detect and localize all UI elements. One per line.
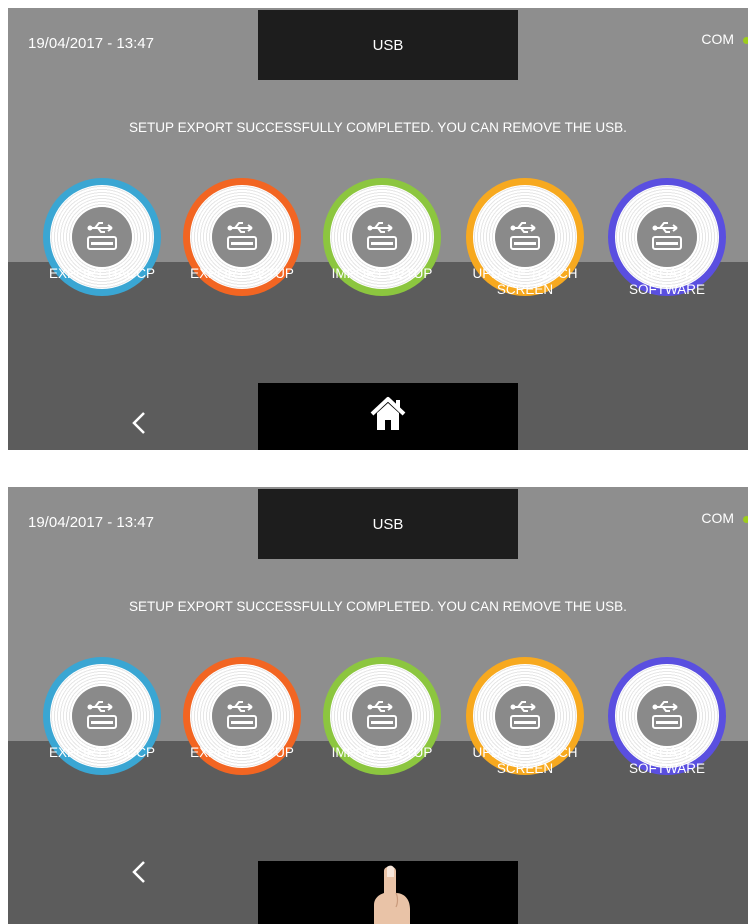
button-label: UPDATE TOUCH [472, 266, 578, 281]
chevron-left-icon[interactable] [120, 852, 160, 892]
button-label: EXPORT SETUP [190, 745, 294, 760]
page-title: USB [258, 489, 518, 559]
export-setup-button[interactable]: EXPORT SETUP [180, 657, 304, 775]
usb-icon [495, 686, 555, 746]
com-status-indicator [743, 37, 748, 44]
usb-icon [72, 207, 132, 267]
export-haccp-button[interactable]: EXPORT HACCP [40, 178, 164, 296]
usb-icon [352, 207, 412, 267]
usb-icon [637, 686, 697, 746]
usb-screen-panel: 19/04/2017 - 13:47 USB COM SETUP EXPORT … [8, 8, 748, 450]
button-label: EXPORT HACCP [48, 745, 156, 760]
com-status-indicator [743, 516, 748, 523]
com-status-label: COM [701, 510, 734, 526]
datetime: 19/04/2017 - 13:47 [28, 514, 154, 531]
button-label-line2: SCREEN [496, 761, 554, 776]
button-label-line2: SOFTWARE [629, 282, 705, 297]
chevron-left-icon[interactable] [120, 403, 160, 443]
home-icon [369, 396, 407, 437]
usb-icon [212, 686, 272, 746]
button-label: UPDATE [640, 266, 694, 281]
button-label: EXPORT SETUP [190, 266, 294, 281]
update-touch-screen-button[interactable]: UPDATE TOUCH SCREEN [463, 657, 587, 777]
status-message: SETUP EXPORT SUCCESSFULLY COMPLETED. YOU… [129, 599, 627, 614]
export-haccp-button[interactable]: EXPORT HACCP [40, 657, 164, 775]
status-message: SETUP EXPORT SUCCESSFULLY COMPLETED. YOU… [129, 120, 627, 135]
usb-icon [637, 207, 697, 267]
home-button[interactable] [258, 861, 518, 924]
update-touch-screen-button[interactable]: UPDATE TOUCH SCREEN [463, 178, 587, 298]
home-button[interactable] [258, 383, 518, 450]
usb-icon [352, 686, 412, 746]
export-setup-button[interactable]: EXPORT SETUP [180, 178, 304, 296]
button-label: EXPORT HACCP [48, 266, 156, 281]
button-label: UPDATE [640, 745, 694, 760]
import-setup-button[interactable]: IMPORT SETUP [320, 657, 444, 775]
datetime: 19/04/2017 - 13:47 [28, 35, 154, 52]
button-label: IMPORT SETUP [331, 266, 433, 281]
page-title: USB [258, 10, 518, 80]
com-status-label: COM [701, 31, 734, 47]
button-label: UPDATE TOUCH [472, 745, 578, 760]
update-software-button[interactable]: UPDATE SOFTWARE [605, 657, 729, 777]
finger-pointer-icon [368, 863, 414, 924]
button-label-line2: SCREEN [496, 282, 554, 297]
update-software-button[interactable]: UPDATE SOFTWARE [605, 178, 729, 298]
usb-icon [72, 686, 132, 746]
usb-icon [212, 207, 272, 267]
button-label-line2: SOFTWARE [629, 761, 705, 776]
usb-icon [495, 207, 555, 267]
button-label: IMPORT SETUP [331, 745, 433, 760]
import-setup-button[interactable]: IMPORT SETUP [320, 178, 444, 296]
usb-screen-panel-touch: 19/04/2017 - 13:47 USB COM SETUP EXPORT … [8, 487, 748, 924]
